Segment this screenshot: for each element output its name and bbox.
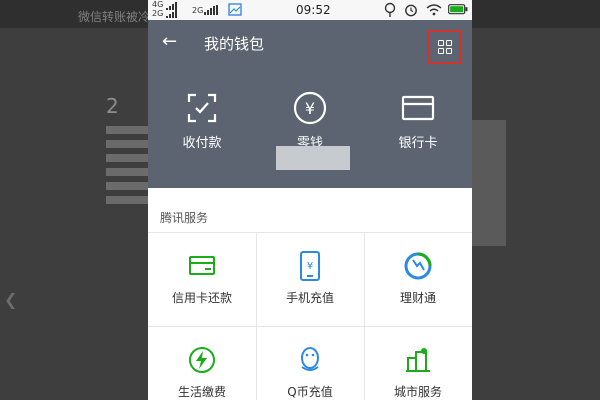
lightning-icon (187, 345, 217, 375)
receive-pay-label: 收付款 (182, 136, 222, 151)
wallet-header: ← 我的钱包 收付款 ¥ 零钱 银行卡 (148, 20, 472, 188)
alarm-clock-icon (405, 4, 417, 17)
grid-apps-icon (438, 40, 452, 54)
background-header-text: 微信转账被冷 (78, 10, 151, 24)
scan-pay-icon (184, 90, 220, 126)
signal-label-2g-second: 2G (192, 6, 204, 15)
battery-icon (448, 4, 468, 15)
service-utility-bills[interactable]: 生活缴费 (148, 326, 256, 400)
service-label: 信用卡还款 (171, 291, 232, 305)
signal-bars-icon (204, 5, 218, 15)
service-label: 生活缴费 (177, 385, 226, 399)
service-city-services[interactable]: 城市服务 (364, 326, 472, 400)
background-image-fragment (472, 120, 506, 246)
background-text-line (106, 154, 150, 162)
signal-bars-icon (166, 2, 177, 18)
city-icon (403, 345, 433, 375)
tencent-services-section: 腾讯服务 信用卡还款 ¥ 手机充值 理财通 生活缴费 Q币充值 城市服务 (148, 188, 472, 400)
service-phone-recharge[interactable]: ¥ 手机充值 (256, 232, 364, 326)
service-credit-card-repay[interactable]: 信用卡还款 (148, 232, 256, 326)
wealth-icon (403, 251, 433, 281)
service-label: 手机充值 (285, 291, 334, 305)
service-wealth[interactable]: 理财通 (364, 232, 472, 326)
credit-card-icon (187, 251, 217, 281)
location-pin-icon (384, 2, 396, 17)
page-title: 我的钱包 (204, 35, 265, 53)
back-arrow-icon[interactable]: ← (162, 31, 177, 52)
phone-recharge-icon: ¥ (295, 251, 325, 281)
svg-text:¥: ¥ (307, 261, 313, 272)
qq-penguin-icon (295, 345, 325, 375)
status-bar: 4G 2G 2G 09:52 (148, 0, 472, 20)
background-text-line (106, 182, 150, 190)
bank-card-icon (400, 90, 436, 126)
service-label: Q币充值 (287, 385, 333, 399)
service-label: 城市服务 (393, 385, 442, 399)
service-label: 理财通 (399, 291, 436, 305)
phone-screen: 4G 2G 2G 09:52 ← 我的钱包 收付款 ¥ 零钱 银行卡 腾讯服务 … (148, 0, 472, 400)
change-balance-button[interactable]: ¥ 零钱 (270, 90, 350, 151)
yuan-coin-icon: ¥ (292, 90, 328, 126)
chevron-left-icon[interactable]: ❮ (4, 290, 17, 309)
wifi-icon (426, 4, 442, 16)
receive-pay-button[interactable]: 收付款 (162, 90, 242, 151)
svg-text:¥: ¥ (305, 99, 315, 118)
bank-card-button[interactable]: 银行卡 (378, 90, 458, 151)
balance-redacted (276, 146, 350, 170)
bank-card-label: 银行卡 (398, 136, 438, 151)
image-notification-icon (228, 3, 242, 16)
background-text-line (106, 140, 150, 148)
background-text-line (106, 196, 150, 204)
section-title: 腾讯服务 (160, 211, 209, 225)
background-text-line (106, 168, 150, 176)
status-time: 09:52 (296, 3, 331, 17)
background-text-line (106, 126, 150, 134)
signal-label-4g: 4G (152, 0, 164, 9)
service-qcoin-recharge[interactable]: Q币充值 (256, 326, 364, 400)
more-apps-button[interactable] (428, 30, 462, 64)
background-step-number: 2 (106, 94, 119, 118)
signal-label-2g: 2G (152, 9, 164, 18)
